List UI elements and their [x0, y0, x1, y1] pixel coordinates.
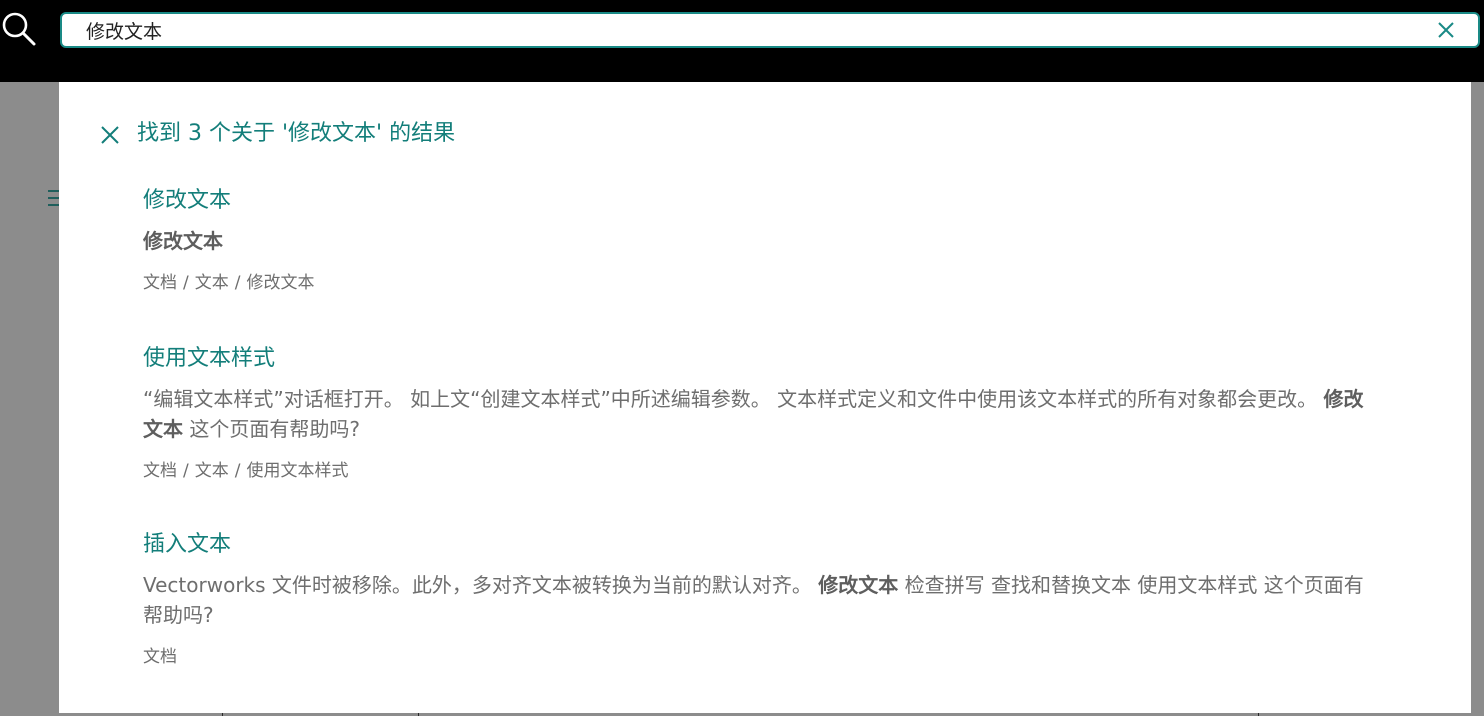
result-item: 使用文本样式 “编辑文本样式”对话框打开。 如上文“创建文本样式”中所述编辑参数…: [143, 338, 1383, 524]
result-snippet: 修改文本: [143, 226, 1383, 256]
snippet-text: 这个页面有帮助吗?: [183, 417, 360, 441]
snippet-highlight: 修改文本: [143, 229, 223, 253]
clear-search-icon[interactable]: [1436, 20, 1456, 40]
breadcrumb-item[interactable]: 文档: [143, 647, 177, 667]
result-title-link[interactable]: 修改文本: [143, 180, 231, 222]
result-snippet: Vectorworks 文件时被移除。此外，多对齐文本被转换为当前的默认对齐。 …: [143, 570, 1383, 630]
result-title-link[interactable]: 使用文本样式: [143, 338, 275, 380]
result-breadcrumb: 文档 / 文本 / 使用文本样式: [143, 461, 349, 481]
result-title-link[interactable]: 插入文本: [143, 524, 231, 566]
breadcrumb-item[interactable]: 文档: [143, 273, 177, 293]
search-results-panel: 找到 3 个关于 '修改文本' 的结果 修改文本 修改文本 文档 / 文本 / 修改文本…: [59, 82, 1471, 713]
search-input[interactable]: [86, 14, 1426, 46]
breadcrumb-item[interactable]: 修改文本: [246, 273, 314, 293]
close-results-icon[interactable]: [99, 124, 121, 146]
snippet-highlight: 修改文本: [818, 573, 899, 597]
search-field: [60, 12, 1480, 48]
snippet-text: “编辑文本样式”对话框打开。 如上文“创建文本样式”中所述编辑参数。 文本样式定…: [143, 387, 1324, 411]
breadcrumb-item[interactable]: 文本: [195, 461, 229, 481]
search-bar: [0, 0, 1484, 82]
result-item: 修改文本 修改文本 文档 / 文本 / 修改文本: [143, 180, 1383, 338]
result-item: 插入文本 Vectorworks 文件时被移除。此外，多对齐文本被转换为当前的默…: [143, 524, 1383, 684]
search-icon[interactable]: [0, 10, 38, 48]
result-snippet: “编辑文本样式”对话框打开。 如上文“创建文本样式”中所述编辑参数。 文本样式定…: [143, 384, 1383, 444]
snippet-text: Vectorworks 文件时被移除。此外，多对齐文本被转换为当前的默认对齐。: [143, 573, 819, 597]
breadcrumb-item[interactable]: 文本: [195, 273, 229, 293]
result-breadcrumb: 文档: [143, 642, 1383, 672]
breadcrumb-item[interactable]: 使用文本样式: [246, 461, 348, 481]
breadcrumb-item[interactable]: 文档: [143, 461, 177, 481]
results-list: 修改文本 修改文本 文档 / 文本 / 修改文本 使用文本样式 “编辑文本样式”对话框打…: [143, 180, 1383, 684]
result-breadcrumb: 文档 / 文本 / 修改文本: [143, 273, 315, 293]
results-count-title: 找到 3 个关于 '修改文本' 的结果: [137, 121, 456, 146]
